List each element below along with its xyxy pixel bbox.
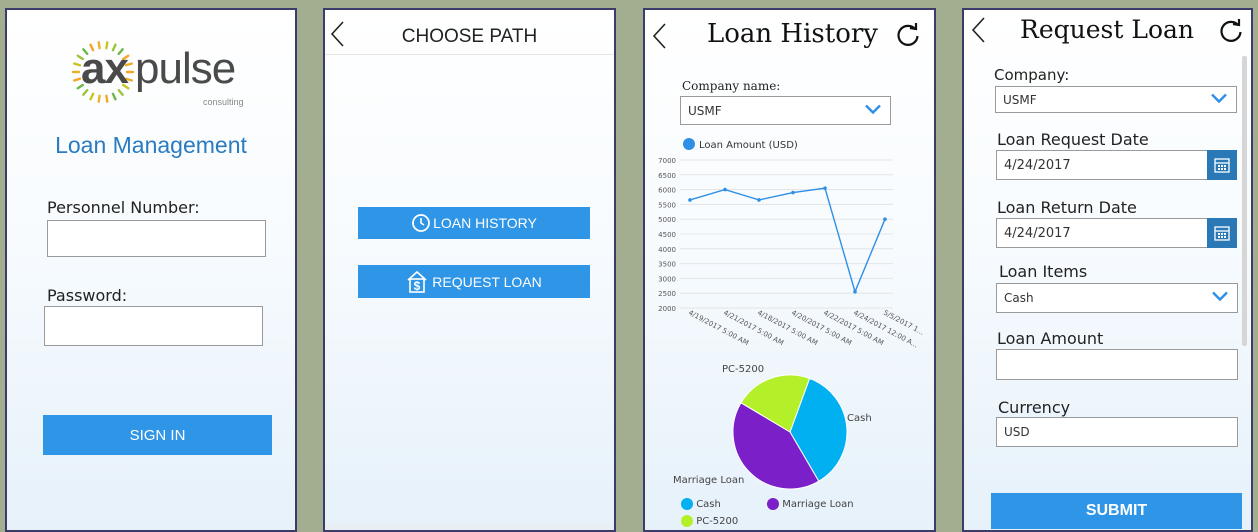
calendar-icon[interactable] (1207, 150, 1237, 180)
bottom-bar (325, 524, 614, 530)
loan-items-label: Loan Items (999, 262, 1088, 281)
company-name-label: Company name: (682, 79, 781, 93)
chevron-down-icon (864, 103, 882, 118)
legend-item-pc-5200: PC-5200 (681, 515, 738, 527)
y-tick-label: 2500 (658, 290, 676, 298)
personnel-number-input[interactable] (47, 220, 266, 257)
password-input[interactable] (44, 306, 263, 346)
data-point (823, 186, 827, 190)
login-screen: ax pulse consulting Loan Management Pers… (5, 8, 297, 532)
data-point (723, 187, 727, 192)
pie-label-cash: Cash (847, 413, 872, 424)
request-loan-button[interactable]: $ REQUEST LOAN (358, 265, 590, 298)
currency-input[interactable]: USD (996, 417, 1238, 447)
calendar-icon[interactable] (1207, 218, 1237, 248)
back-chevron-icon[interactable] (970, 16, 986, 49)
loan-items-select[interactable]: Cash (996, 283, 1238, 313)
y-tick-label: 6000 (658, 187, 676, 195)
legend-item-cash: Cash (681, 498, 721, 510)
clock-icon (411, 213, 431, 233)
y-tick-label: 7000 (658, 157, 676, 165)
loan-request-date-input[interactable]: 4/24/2017 (996, 150, 1208, 180)
data-point (688, 198, 692, 202)
sign-in-button[interactable]: SIGN IN (43, 415, 272, 455)
scrollbar[interactable] (1242, 56, 1247, 346)
legend-loan-amount: Loan Amount (USD) (699, 140, 798, 151)
loan-request-date-label: Loan Request Date (997, 130, 1149, 149)
loan-amount-label: Loan Amount (997, 329, 1104, 348)
loan-return-date-label: Loan Return Date (997, 198, 1137, 217)
page-title: Request Loan (1020, 15, 1194, 44)
svg-text:$: $ (414, 279, 421, 293)
personnel-number-label: Personnel Number: (47, 198, 200, 217)
back-chevron-icon[interactable] (651, 22, 667, 55)
app-title: Loan Management (55, 132, 247, 158)
y-tick-label: 5500 (658, 201, 676, 209)
y-tick-label: 2000 (658, 305, 676, 313)
chevron-down-icon (1210, 92, 1228, 107)
loan-amount-series-line (689, 187, 886, 294)
axpulse-logo: ax pulse consulting (69, 30, 249, 110)
company-label: Company: (994, 66, 1070, 84)
loan-history-screen: Loan History Company name: USMF Loan Amo… (643, 8, 936, 532)
legend-dot-loan-amount (683, 138, 695, 150)
currency-label: Currency (998, 398, 1071, 417)
company-select[interactable]: USMF (995, 86, 1237, 113)
data-point (791, 190, 795, 195)
y-tick-label: 4500 (658, 231, 676, 239)
password-label: Password: (47, 286, 128, 305)
y-tick-label: 3000 (658, 275, 676, 283)
refresh-icon[interactable] (895, 23, 921, 54)
loan-items-pie-chart (732, 374, 848, 490)
choose-path-screen: CHOOSE PATH LOAN HISTORY $ REQUEST LOAN (323, 8, 616, 532)
page-title: Loan History (707, 19, 878, 49)
loan-amount-line-chart: Loan Amount (USD) 7000 6500 6000 5500 5000 45… (658, 138, 925, 350)
data-point (853, 289, 857, 294)
company-select[interactable]: USMF (680, 96, 891, 125)
x-tick-label: 4/20/2017 5:00 AM (790, 309, 853, 347)
x-tick-label: 4/18/2017 5:00 AM (756, 309, 819, 347)
legend-item-marriage-loan: Marriage Loan (767, 498, 854, 510)
y-tick-label: 6500 (658, 172, 676, 180)
header-divider (325, 54, 614, 55)
data-point (883, 217, 887, 221)
page-title: CHOOSE PATH (401, 26, 538, 47)
loan-history-button[interactable]: LOAN HISTORY (358, 207, 590, 239)
house-dollar-icon: $ (406, 270, 428, 294)
request-loan-screen: Request Loan Company: USMF Loan Request … (962, 8, 1253, 532)
x-tick-label: 4/19/2017 5:00 AM (687, 309, 750, 347)
y-tick-label: 3500 (658, 261, 676, 269)
loan-amount-input[interactable] (996, 349, 1238, 380)
chevron-down-icon (1211, 291, 1229, 306)
data-point (757, 198, 761, 202)
y-tick-label: 4000 (658, 246, 676, 254)
loan-return-date-input[interactable]: 4/24/2017 (996, 218, 1208, 248)
y-tick-label: 5000 (658, 216, 676, 224)
submit-button[interactable]: SUBMIT (991, 493, 1242, 529)
refresh-icon[interactable] (1218, 19, 1244, 50)
x-tick-label: 4/21/2017 5:00 AM (722, 309, 785, 347)
